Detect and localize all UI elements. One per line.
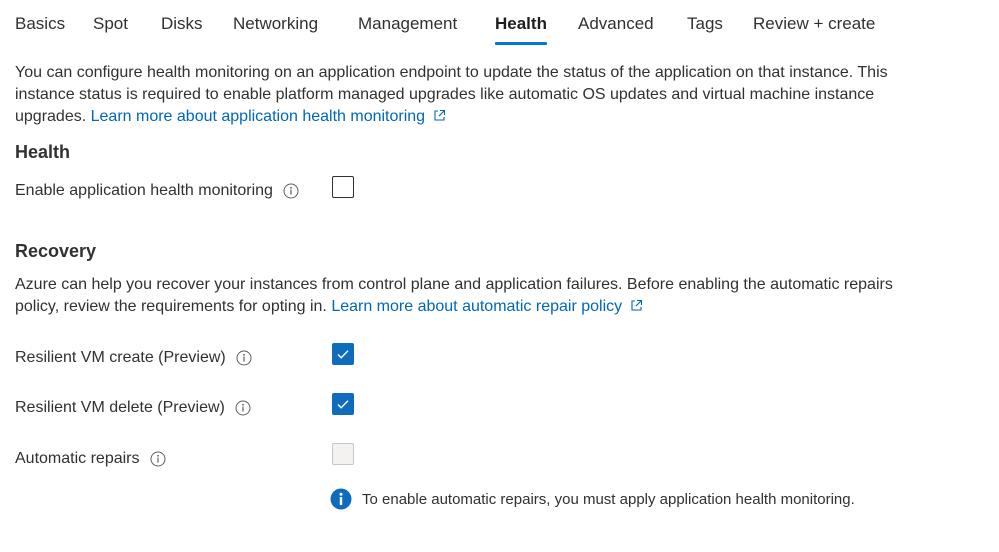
intro-line-2: instance status is required to enable pl…	[15, 86, 875, 103]
resilient-create-row: Resilient VM create (Preview)	[15, 347, 252, 369]
resilient-create-checkbox[interactable]	[332, 343, 354, 365]
recovery-line-1: Azure can help you recover your instance…	[15, 276, 893, 293]
automatic-repairs-checkbox[interactable]	[332, 443, 354, 465]
tab-spot[interactable]: Spot	[93, 12, 128, 36]
recovery-line-2: policy, review the requirements for opti…	[15, 296, 893, 319]
resilient-delete-checkbox[interactable]	[332, 393, 354, 415]
learn-more-repair-link-text[interactable]: Learn more about automatic repair policy	[331, 298, 622, 315]
tab-tags[interactable]: Tags	[687, 12, 723, 36]
checkmark-icon	[337, 350, 349, 359]
intro-line-3: upgrades. Learn more about application h…	[15, 106, 888, 129]
recovery-line-2-text: policy, review the requirements for opti…	[15, 298, 327, 315]
recovery-section-title: Recovery	[15, 241, 97, 261]
info-icon[interactable]	[150, 451, 166, 467]
tab-health[interactable]: Health	[495, 12, 547, 36]
recovery-description: Azure can help you recover your instance…	[15, 274, 893, 319]
info-icon[interactable]	[235, 400, 251, 416]
automatic-repairs-notice: To enable automatic repairs, you must ap…	[330, 488, 855, 510]
enable-monitoring-label: Enable application health monitoring	[15, 182, 273, 199]
enable-monitoring-checkbox[interactable]	[332, 176, 354, 198]
external-link-icon	[630, 297, 643, 319]
learn-more-health-link[interactable]: Learn more about application health moni…	[91, 108, 446, 125]
intro-line-3-text: upgrades.	[15, 108, 87, 125]
tab-disks[interactable]: Disks	[161, 12, 203, 36]
tab-networking[interactable]: Networking	[233, 12, 318, 36]
notice-text: To enable automatic repairs, you must ap…	[362, 490, 855, 508]
tab-advanced[interactable]: Advanced	[578, 12, 654, 36]
tab-management[interactable]: Management	[358, 12, 457, 36]
enable-monitoring-row: Enable application health monitoring	[15, 180, 299, 202]
info-icon[interactable]	[283, 183, 299, 199]
intro-line-1: You can configure health monitoring on a…	[15, 64, 888, 81]
external-link-icon	[433, 107, 446, 129]
info-filled-icon	[330, 488, 352, 510]
learn-more-repair-link[interactable]: Learn more about automatic repair policy	[331, 298, 642, 315]
automatic-repairs-row: Automatic repairs	[15, 448, 166, 470]
resilient-create-label: Resilient VM create (Preview)	[15, 349, 226, 366]
learn-more-health-link-text[interactable]: Learn more about application health moni…	[91, 108, 425, 125]
resilient-delete-row: Resilient VM delete (Preview)	[15, 397, 251, 419]
resilient-delete-label: Resilient VM delete (Preview)	[15, 399, 225, 416]
active-tab-indicator	[495, 42, 547, 45]
tab-review-create[interactable]: Review + create	[753, 12, 875, 36]
intro-description: You can configure health monitoring on a…	[15, 62, 888, 129]
info-icon[interactable]	[236, 350, 252, 366]
checkmark-icon	[337, 400, 349, 409]
health-section-title: Health	[15, 142, 71, 162]
automatic-repairs-label: Automatic repairs	[15, 450, 140, 467]
tab-basics[interactable]: Basics	[15, 12, 65, 36]
